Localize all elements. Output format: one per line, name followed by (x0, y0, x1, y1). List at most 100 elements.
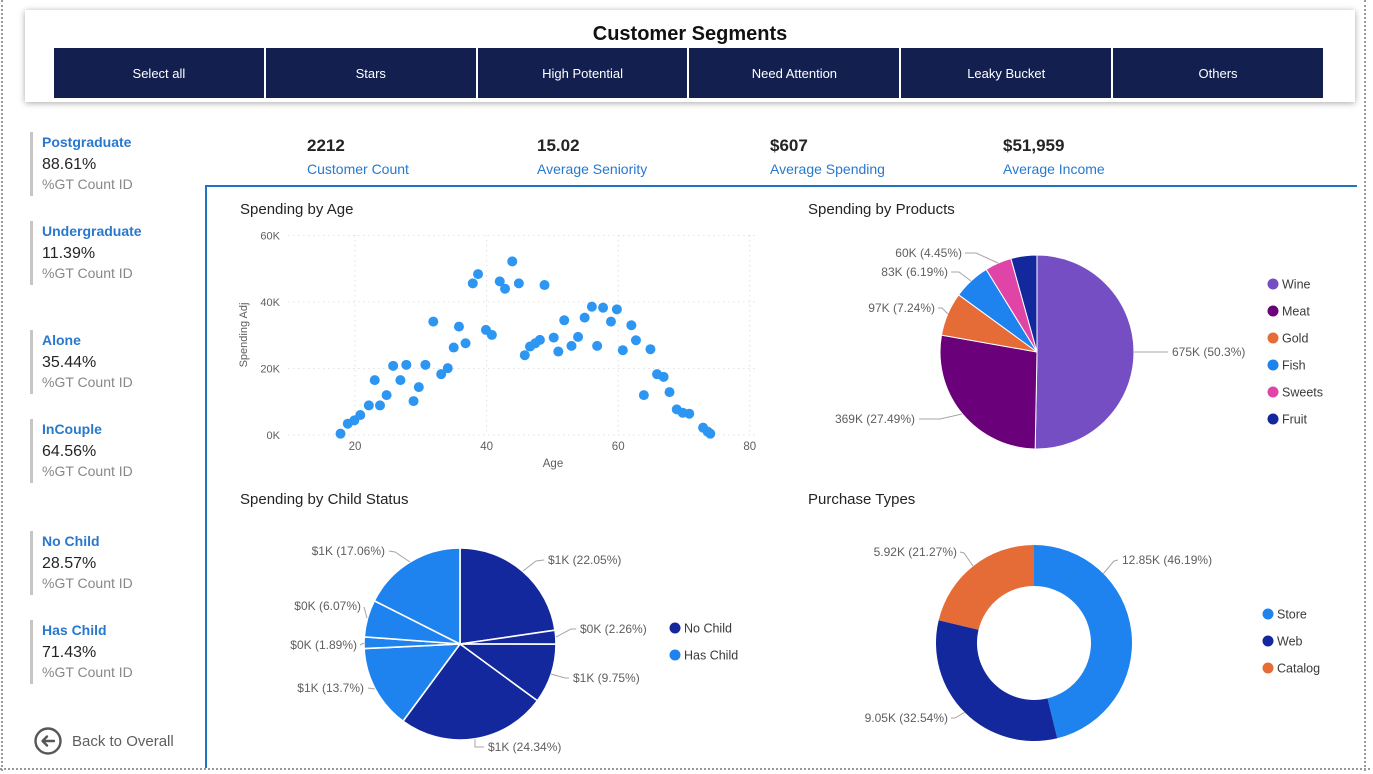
scatter-point[interactable] (468, 278, 478, 288)
scatter-point[interactable] (618, 345, 628, 355)
scatter-point[interactable] (414, 382, 424, 392)
y-tick-label: 0K (267, 430, 281, 442)
scatter-point[interactable] (592, 341, 602, 351)
scatter-point[interactable] (409, 396, 419, 406)
pie-chart-spending-by-products[interactable]: 675K (50.3%)369K (27.49%)97K (7.24%)83K … (790, 190, 1355, 480)
segment-button-leaky-bucket[interactable]: Leaky Bucket (901, 48, 1111, 98)
scatter-point[interactable] (684, 409, 694, 419)
scatter-point[interactable] (559, 315, 569, 325)
segment-button-select-all[interactable]: Select all (54, 48, 264, 98)
data-label: 675K (50.3%) (1172, 345, 1245, 359)
data-label: 60K (4.45%) (895, 246, 962, 260)
scatter-point[interactable] (659, 372, 669, 382)
segment-button-need-attention[interactable]: Need Attention (689, 48, 899, 98)
stat-card-has-child[interactable]: Has Child 71.43% %GT Count ID (30, 620, 214, 684)
scatter-point[interactable] (382, 390, 392, 400)
scatter-point[interactable] (520, 350, 530, 360)
legend-item[interactable]: Store (1263, 607, 1307, 621)
pie-chart-spending-by-child-status[interactable]: $1K (22.05%)$0K (2.26%)$1K (9.75%)$1K (2… (205, 480, 790, 774)
scatter-point[interactable] (665, 387, 675, 397)
scatter-point[interactable] (500, 284, 510, 294)
scatter-point[interactable] (514, 278, 524, 288)
scatter-point[interactable] (553, 347, 563, 357)
stat-card-undergraduate[interactable]: Undergraduate 11.39% %GT Count ID (30, 221, 214, 285)
scatter-point[interactable] (473, 269, 483, 279)
kpi-label: Average Income (1003, 161, 1105, 177)
legend-item[interactable]: No Child (670, 621, 732, 635)
scatter-point[interactable] (487, 330, 497, 340)
scatter-point[interactable] (606, 317, 616, 327)
pie-slice-meat[interactable] (940, 335, 1037, 449)
page-border-right (1364, 0, 1366, 771)
stat-card-no-child[interactable]: No Child 28.57% %GT Count ID (30, 531, 214, 595)
pie-slice-web[interactable] (936, 620, 1057, 741)
label-leader-line (389, 551, 410, 562)
label-leader-line (919, 414, 962, 419)
stat-label: InCouple (42, 421, 214, 437)
legend-dot (1263, 636, 1274, 647)
scatter-point[interactable] (549, 333, 559, 343)
scatter-point[interactable] (355, 410, 365, 420)
legend-label: Catalog (1277, 661, 1320, 675)
scatter-point[interactable] (507, 256, 517, 266)
scatter-point[interactable] (573, 332, 583, 342)
scatter-point[interactable] (401, 360, 411, 370)
segment-button-others[interactable]: Others (1113, 48, 1323, 98)
scatter-point[interactable] (645, 344, 655, 354)
pie-slice-wine[interactable] (1035, 255, 1134, 449)
scatter-point[interactable] (388, 361, 398, 371)
legend-item[interactable]: Meat (1268, 304, 1311, 318)
x-tick-label: 20 (349, 441, 362, 453)
scatter-point[interactable] (395, 375, 405, 385)
y-axis-title: Spending Adj (238, 303, 250, 368)
scatter-point[interactable] (454, 322, 464, 332)
data-label: 5.92K (21.27%) (874, 545, 957, 559)
scatter-point[interactable] (336, 429, 346, 439)
scatter-point[interactable] (375, 400, 385, 410)
legend-item[interactable]: Gold (1268, 331, 1309, 345)
scatter-point[interactable] (626, 320, 636, 330)
segment-button-stars[interactable]: Stars (266, 48, 476, 98)
scatter-point[interactable] (420, 360, 430, 370)
scatter-point[interactable] (540, 280, 550, 290)
legend-item[interactable]: Fruit (1268, 412, 1308, 426)
legend-item[interactable]: Catalog (1263, 661, 1321, 675)
legend-item[interactable]: Fish (1268, 358, 1306, 372)
kpi-label: Average Spending (770, 161, 885, 177)
segment-button-high-potential[interactable]: High Potential (478, 48, 688, 98)
legend-label: Web (1277, 634, 1303, 648)
legend-label: Meat (1282, 304, 1310, 318)
stat-card-postgraduate[interactable]: Postgraduate 88.61% %GT Count ID (30, 132, 214, 196)
data-label: $0K (1.89%) (290, 638, 357, 652)
scatter-chart-spending-by-age[interactable]: 0K20K40K60K20406080AgeSpending Adj (205, 190, 775, 480)
stat-card-alone[interactable]: Alone 35.44% %GT Count ID (30, 330, 214, 394)
scatter-point[interactable] (631, 335, 641, 345)
scatter-point[interactable] (587, 302, 597, 312)
scatter-point[interactable] (598, 303, 608, 313)
legend-item[interactable]: Has Child (670, 648, 739, 662)
scatter-point[interactable] (370, 375, 380, 385)
stat-card-incouple[interactable]: InCouple 64.56% %GT Count ID (30, 419, 214, 483)
legend-dot (1268, 279, 1279, 290)
donut-chart-purchase-types[interactable]: 12.85K (46.19%)9.05K (32.54%)5.92K (21.2… (790, 480, 1355, 774)
legend-item[interactable]: Sweets (1268, 385, 1324, 399)
scatter-point[interactable] (535, 335, 545, 345)
legend-item[interactable]: Wine (1268, 277, 1311, 291)
scatter-point[interactable] (566, 341, 576, 351)
scatter-point[interactable] (443, 363, 453, 373)
label-leader-line (364, 607, 367, 618)
scatter-point[interactable] (705, 429, 715, 439)
scatter-point[interactable] (580, 313, 590, 323)
scatter-point[interactable] (449, 343, 459, 353)
donut-svg: 12.85K (46.19%)9.05K (32.54%)5.92K (21.2… (790, 480, 1355, 774)
scatter-point[interactable] (364, 400, 374, 410)
scatter-point[interactable] (639, 390, 649, 400)
y-tick-label: 40K (260, 297, 280, 309)
back-to-overall-button[interactable]: Back to Overall (33, 726, 174, 756)
legend-label: Wine (1282, 277, 1311, 291)
scatter-point[interactable] (612, 304, 622, 314)
scatter-point[interactable] (461, 338, 471, 348)
scatter-point[interactable] (428, 317, 438, 327)
legend-item[interactable]: Web (1263, 634, 1303, 648)
pie-slice-no-child[interactable] (460, 548, 555, 644)
